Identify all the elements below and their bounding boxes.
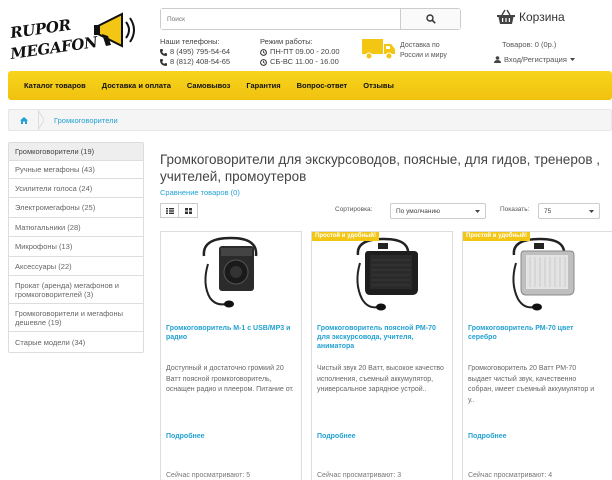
- nav-catalog[interactable]: Каталог товаров: [24, 81, 86, 90]
- search-icon: [425, 14, 436, 24]
- product-name[interactable]: Громкоговоритель поясной РМ-70 для экску…: [317, 324, 449, 351]
- product-image[interactable]: Простой и удобный!: [463, 232, 612, 316]
- breadcrumb: Громкоговорители: [8, 109, 612, 131]
- product-more-link[interactable]: Подробнее: [166, 433, 205, 440]
- phone-icon: [160, 58, 167, 66]
- product-description: Громкоговоритель 20 Ватт РМ-70 выдает чи…: [468, 365, 595, 404]
- grid-icon: [184, 207, 192, 214]
- sidebar-item-hand-megaphones[interactable]: Ручные мегафоны (43): [9, 161, 143, 179]
- product-watchers: Сейчас просматривают: 3: [317, 472, 402, 479]
- sidebar-item-matyugalniki[interactable]: Матюгальники (28): [9, 218, 143, 237]
- search-bar: [160, 8, 461, 30]
- hours-weekdays: ПН-ПТ 09.00 - 20.00: [270, 47, 340, 56]
- show-label: Показать:: [500, 206, 530, 213]
- nav-warranty[interactable]: Гарантия: [246, 81, 280, 90]
- product-description: Чистый звук 20 Ватт, высокое качество ис…: [317, 365, 444, 393]
- product-description: Доступный и достаточно громкий 20 Ватт п…: [166, 365, 294, 393]
- hours-weekend: СБ-ВС 11.00 - 16.00: [270, 57, 339, 66]
- site-logo[interactable]: RUPOR MEGAFON: [8, 6, 136, 64]
- compare-link[interactable]: Сравнение товаров (0): [160, 188, 240, 197]
- caret-down-icon: [475, 209, 480, 213]
- product-badge: Простой и удобный!: [312, 232, 379, 241]
- list-icon: [165, 207, 174, 214]
- category-sidebar: Громкоговорители (19) Ручные мегафоны (4…: [8, 142, 144, 353]
- product-card: Громкоговоритель М-1 с USB/MP3 и радио Д…: [160, 231, 302, 480]
- sidebar-item-accessories[interactable]: Аксессуары (22): [9, 257, 143, 276]
- sidebar-item-electromegaphones[interactable]: Электромегафоны (25): [9, 198, 143, 218]
- user-icon: [494, 56, 501, 63]
- basket-icon: [497, 9, 515, 24]
- cart-count[interactable]: Товаров: 0 (0р.): [502, 40, 556, 49]
- product-card: Простой и удобный! Громкоговоритель пояс…: [311, 231, 453, 480]
- caret-down-icon: [569, 58, 575, 61]
- breadcrumb-home[interactable]: [9, 110, 39, 130]
- sidebar-item-microphones[interactable]: Микрофоны (13): [9, 237, 143, 257]
- megaphone-icon: [94, 12, 135, 48]
- view-toggle: [160, 203, 198, 218]
- product-name[interactable]: Громкоговоритель М-1 с USB/MP3 и радио: [166, 324, 298, 342]
- cart-label: Корзина: [519, 10, 565, 24]
- phones-label: Наши телефоны:: [160, 37, 220, 46]
- page-title: Громкоговорители для экскурсоводов, пояс…: [160, 152, 601, 184]
- hours-label: Режим работы:: [260, 37, 313, 46]
- sidebar-item-rental[interactable]: Прокат (аренда) мегафонов и громкоговори…: [9, 276, 143, 304]
- caret-down-icon: [589, 209, 594, 213]
- sidebar-item-voice-amplifiers[interactable]: Усилители голоса (24): [9, 179, 143, 198]
- product-photo-rm70-black: [356, 237, 418, 311]
- nav-delivery[interactable]: Доставка и оплата: [102, 81, 171, 90]
- delivery-info[interactable]: Доставка по России и миру: [362, 37, 458, 61]
- login-label: Вход/Регистрация: [504, 55, 567, 64]
- search-button[interactable]: [400, 9, 460, 29]
- sort-value: По умолчанию: [396, 207, 440, 215]
- login-dropdown[interactable]: Вход/Регистрация: [494, 55, 575, 64]
- product-watchers: Сейчас просматривают: 4: [468, 472, 553, 479]
- product-watchers: Сейчас просматривают: 5: [166, 472, 251, 479]
- product-image[interactable]: [161, 232, 301, 316]
- sidebar-item-cheaper[interactable]: Громкоговорители и мегафоны дешевле (19): [9, 304, 143, 332]
- working-hours: Режим работы: ПН-ПТ 09.00 - 20.00 СБ-ВС …: [260, 37, 340, 67]
- product-photo-rm70-silver: [511, 237, 574, 311]
- product-more-link[interactable]: Подробнее: [468, 433, 507, 440]
- nav-pickup[interactable]: Самовывоз: [187, 81, 230, 90]
- cart-button[interactable]: Корзина: [497, 9, 565, 25]
- clock-icon: [260, 48, 267, 56]
- product-card: Простой и удобный! Громкоговоритель РМ-7…: [462, 231, 612, 480]
- main-nav: Каталог товаров Доставка и оплата Самовы…: [8, 71, 612, 100]
- phone-number-1[interactable]: 8 (495) 795-54-64: [170, 47, 230, 57]
- breadcrumb-current[interactable]: Громкоговорители: [44, 116, 118, 125]
- truck-icon: [362, 39, 395, 60]
- sidebar-item-speakers[interactable]: Громкоговорители (19): [9, 143, 143, 161]
- contact-phones: Наши телефоны: 8 (495) 795-54-64 8 (812)…: [160, 37, 230, 67]
- product-more-link[interactable]: Подробнее: [317, 433, 356, 440]
- home-icon: [19, 116, 28, 124]
- product-photo-m1: [202, 236, 258, 308]
- list-view-button[interactable]: [160, 203, 179, 218]
- product-name[interactable]: Громкоговоритель РМ-70 цвет серебро: [468, 324, 600, 342]
- search-input[interactable]: [161, 9, 400, 29]
- nav-reviews[interactable]: Отзывы: [363, 81, 394, 90]
- product-badge: Простой и удобный!: [463, 232, 530, 241]
- nav-faq[interactable]: Вопрос-ответ: [297, 81, 348, 90]
- grid-view-button[interactable]: [179, 203, 198, 218]
- phone-icon: [160, 48, 167, 56]
- delivery-text: Доставка по России и миру: [400, 42, 447, 59]
- clock-icon: [260, 58, 267, 66]
- limit-value: 75: [544, 207, 552, 215]
- phone-number-2[interactable]: 8 (812) 408-54-65: [170, 57, 230, 67]
- product-image[interactable]: Простой и удобный!: [312, 232, 452, 316]
- sort-label: Сортировка:: [335, 206, 373, 213]
- sidebar-item-old-models[interactable]: Старые модели (34): [9, 332, 143, 352]
- sort-select[interactable]: По умолчанию: [390, 203, 486, 219]
- limit-select[interactable]: 75: [538, 203, 600, 219]
